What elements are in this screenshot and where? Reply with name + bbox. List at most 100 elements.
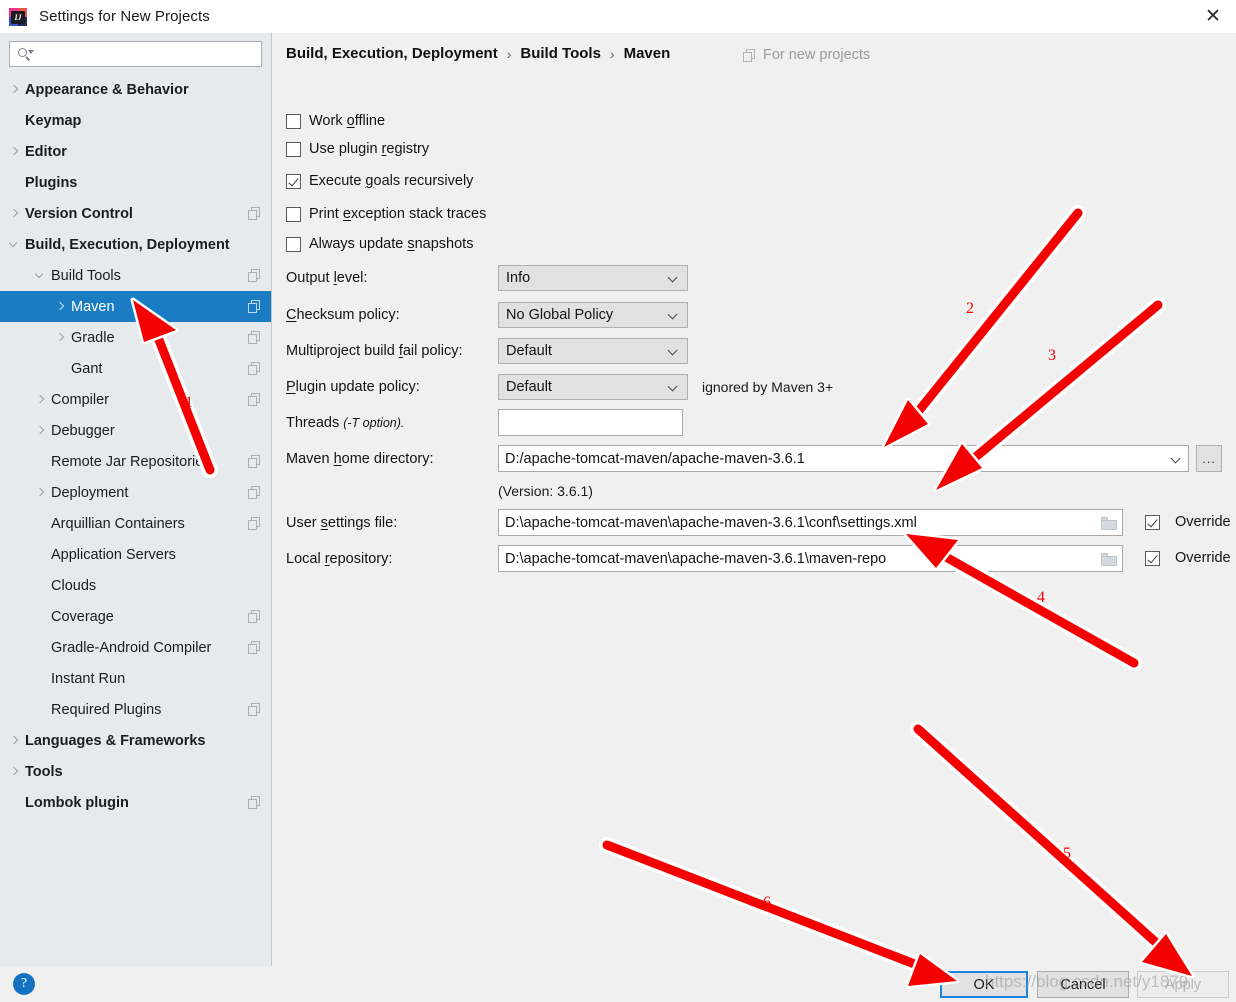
chevron-right-icon[interactable] [8,83,21,96]
checkbox-print-exception-stack-traces[interactable]: Print exception stack traces [286,206,486,222]
checkbox-execute-goals-recursively[interactable]: Execute goals recursively [286,173,473,189]
sidebar-item-plugins[interactable]: Plugins [0,167,271,198]
sidebar-item-instant-run[interactable]: Instant Run [0,663,271,694]
checksum-policy-select[interactable]: No Global Policy [498,302,688,328]
chevron-down-icon [667,271,681,285]
ok-button[interactable]: OK [940,971,1028,998]
chevron-down-icon[interactable] [34,269,47,282]
copy-pages-icon [248,796,261,809]
checkbox-input[interactable] [286,206,301,222]
local-repository-input[interactable]: D:\apache-tomcat-maven\apache-maven-3.6.… [498,545,1123,572]
local-repository-override-checkbox[interactable] [1145,550,1160,566]
output-level-select[interactable]: Info [498,265,688,291]
checkbox-input[interactable] [286,236,301,252]
checksum-policy-row: Checksum policy: No Global Policy [286,302,688,328]
user-settings-override[interactable]: Override [1145,514,1231,530]
sidebar-item-gant[interactable]: Gant [0,353,271,384]
sidebar-item-debugger[interactable]: Debugger [0,415,271,446]
sidebar-item-languages-frameworks[interactable]: Languages & Frameworks [0,725,271,756]
user-settings-label: User settings file: [286,514,398,531]
sidebar-item-label: Gradle [71,329,115,346]
chevron-right-icon[interactable] [8,145,21,158]
search-container [0,33,271,67]
cancel-button[interactable]: Cancel [1037,971,1129,998]
breadcrumb-separator-2: › [609,45,615,62]
sidebar-item-gradle[interactable]: Gradle [0,322,271,353]
search-box[interactable] [9,41,262,67]
sidebar-item-maven[interactable]: Maven [0,291,271,322]
checkbox-input[interactable] [286,141,301,157]
maven-home-value: D:/apache-tomcat-maven/apache-maven-3.6.… [505,450,805,467]
sidebar-item-remote-jar-repositories[interactable]: Remote Jar Repositories [0,446,271,477]
sidebar-item-build-tools[interactable]: Build Tools [0,260,271,291]
sidebar-item-arquillian-containers[interactable]: Arquillian Containers [0,508,271,539]
user-settings-row: User settings file: D:\apache-tomcat-mav… [286,509,1123,536]
apply-button: Apply [1137,971,1229,998]
sidebar-item-appearance-behavior[interactable]: Appearance & Behavior [0,74,271,105]
chevron-down-icon[interactable] [8,238,21,251]
sidebar-item-coverage[interactable]: Coverage [0,601,271,632]
plugin-update-policy-row: Plugin update policy: Default ignored by… [286,374,833,400]
for-new-projects-text: For new projects [763,47,871,63]
chevron-right-icon[interactable] [8,207,21,220]
chevron-down-icon [667,308,681,322]
main-panel: Build, Execution, Deployment › Build Too… [273,33,1236,966]
maven-home-browse-button[interactable]: ... [1196,445,1222,472]
copy-pages-icon [248,517,261,530]
copy-pages-icon [248,269,261,282]
help-button[interactable]: ? [13,973,35,995]
search-input[interactable] [34,45,255,63]
sidebar-item-clouds[interactable]: Clouds [0,570,271,601]
chevron-down-icon [667,344,681,358]
sidebar-item-label: Debugger [51,422,115,439]
close-icon[interactable]: ✕ [1190,0,1236,33]
threads-input[interactable] [498,409,683,436]
sidebar-item-compiler[interactable]: Compiler [0,384,271,415]
chevron-right-icon[interactable] [34,486,47,499]
sidebar-item-label: Keymap [25,112,82,129]
settings-dialog: IJ Settings for New Projects ✕ Appearanc… [0,0,1236,1002]
checkbox-use-plugin-registry[interactable]: Use plugin registry [286,141,429,157]
sidebar-item-label: Coverage [51,608,114,625]
chevron-right-icon[interactable] [34,424,47,437]
chevron-right-icon[interactable] [34,393,47,406]
sidebar-item-build-execution-deployment[interactable]: Build, Execution, Deployment [0,229,271,260]
sidebar-item-gradle-android-compiler[interactable]: Gradle-Android Compiler [0,632,271,663]
sidebar-item-tools[interactable]: Tools [0,756,271,787]
user-settings-override-checkbox[interactable] [1145,514,1160,530]
sidebar-item-application-servers[interactable]: Application Servers [0,539,271,570]
checksum-policy-value: No Global Policy [506,307,614,323]
multiproject-policy-select[interactable]: Default [498,338,688,364]
chevron-right-icon[interactable] [8,765,21,778]
chevron-right-icon[interactable] [54,331,67,344]
sidebar-item-label: Gant [71,360,103,377]
checkbox-label: Always update snapshots [309,236,474,252]
sidebar-item-label: Editor [25,143,67,160]
breadcrumb-part-1[interactable]: Build, Execution, Deployment [286,45,498,62]
sidebar-item-version-control[interactable]: Version Control [0,198,271,229]
local-repository-override[interactable]: Override [1145,550,1231,566]
sidebar-item-editor[interactable]: Editor [0,136,271,167]
sidebar-item-label: Required Plugins [51,701,162,718]
sidebar-item-label: Instant Run [51,670,126,687]
sidebar-item-keymap[interactable]: Keymap [0,105,271,136]
checkbox-work-offline[interactable]: Work offline [286,113,385,129]
folder-icon[interactable] [1101,516,1118,530]
copy-pages-icon [248,703,261,716]
checkbox-always-update-snapshots[interactable]: Always update snapshots [286,236,473,252]
sidebar-item-lombok-plugin[interactable]: Lombok plugin [0,787,271,818]
chevron-right-icon[interactable] [54,300,67,313]
breadcrumb-part-2[interactable]: Build Tools [520,45,601,62]
local-repository-value: D:\apache-tomcat-maven\apache-maven-3.6.… [505,550,887,567]
checkbox-input[interactable] [286,113,301,129]
plugin-update-policy-select[interactable]: Default [498,374,688,400]
sidebar-item-deployment[interactable]: Deployment [0,477,271,508]
checkbox-input[interactable] [286,173,301,189]
user-settings-input[interactable]: D:\apache-tomcat-maven\apache-maven-3.6.… [498,509,1123,536]
chevron-right-icon[interactable] [8,734,21,747]
breadcrumb-separator-1: › [506,45,512,62]
maven-home-combo[interactable]: D:/apache-tomcat-maven/apache-maven-3.6.… [498,445,1189,472]
folder-icon[interactable] [1101,552,1118,566]
threads-row: Threads (-T option). [286,409,683,436]
sidebar-item-required-plugins[interactable]: Required Plugins [0,694,271,725]
